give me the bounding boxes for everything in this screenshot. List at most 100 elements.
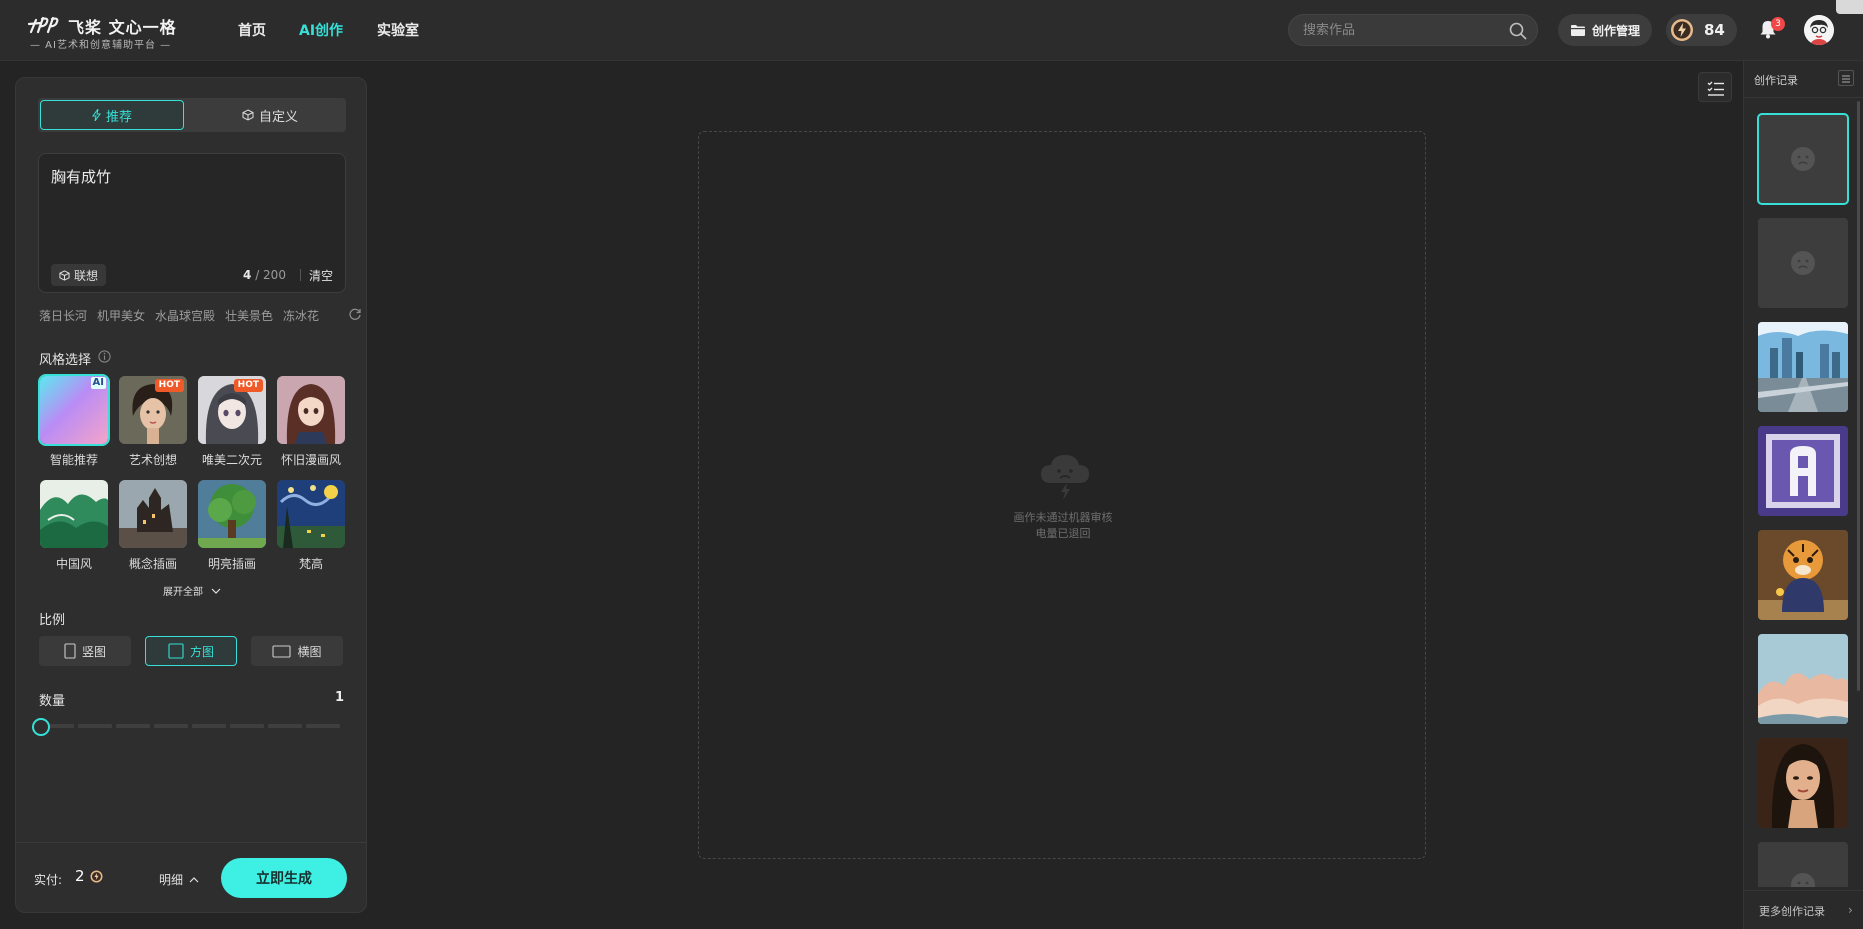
history-item[interactable]: [1758, 842, 1848, 887]
prompt-input[interactable]: 胸有成竹: [51, 166, 331, 236]
style-card-retro-comic[interactable]: 怀旧漫画风: [277, 376, 345, 468]
divider: [300, 269, 301, 281]
char-counter: 4 / 200: [243, 268, 286, 282]
logo[interactable]: 飞桨 文心一格 — AI艺术和创意辅助平台 —: [28, 10, 178, 52]
manage-button[interactable]: 创作管理: [1558, 14, 1653, 46]
style-thumb: [40, 480, 108, 548]
slider-handle[interactable]: [32, 718, 50, 736]
clear-button[interactable]: 清空: [309, 267, 333, 284]
suggestion-item[interactable]: 壮美景色: [225, 307, 273, 324]
tree-thumbnail: [198, 480, 266, 548]
ratio-landscape-button[interactable]: 横图: [251, 636, 343, 666]
detail-button[interactable]: 明细: [159, 871, 199, 888]
nav-home[interactable]: 首页: [238, 20, 266, 40]
history-panel: 创作记录 更多创作记录 ›: [1743, 61, 1863, 929]
points-value: 84: [1704, 21, 1725, 39]
list-icon: [1842, 75, 1850, 83]
nav-lab[interactable]: 实验室: [377, 20, 419, 40]
slider-segment: [192, 724, 226, 728]
history-item[interactable]: [1758, 218, 1848, 308]
hot-badge: HOT: [233, 379, 263, 392]
generate-button[interactable]: 立即生成: [221, 858, 347, 898]
chevron-right-icon[interactable]: ›: [1848, 903, 1853, 917]
history-item[interactable]: [1758, 530, 1848, 620]
associate-button[interactable]: 联想: [51, 264, 107, 286]
slider-segment: [268, 724, 302, 728]
style-name: 智能推荐: [49, 453, 98, 467]
search-box: [1288, 14, 1538, 46]
history-item[interactable]: [1758, 738, 1848, 828]
castle-thumbnail: [119, 480, 187, 548]
history-item[interactable]: [1758, 634, 1848, 724]
avatar[interactable]: [1804, 15, 1834, 45]
suggestion-item[interactable]: 落日长河: [39, 307, 87, 324]
tab-recommend[interactable]: 推荐: [40, 100, 184, 130]
slider-segment: [116, 724, 150, 728]
search-input[interactable]: [1303, 15, 1503, 45]
ratio-label: 方图: [189, 644, 214, 659]
expand-all-button[interactable]: 展开全部: [163, 583, 221, 598]
style-name: 明亮插画: [207, 557, 256, 571]
nav-ai-create[interactable]: AI创作: [299, 20, 343, 40]
ratio-label: 竖图: [81, 644, 106, 659]
style-name: 艺术创想: [128, 453, 177, 467]
create-panel: 推荐 自定义 胸有成竹 联想 4 / 200 清空 落日长河 机甲美女 水晶球宫…: [15, 77, 367, 913]
style-card-chinese[interactable]: 中国风: [40, 480, 108, 572]
style-card-concept[interactable]: 概念插画: [119, 480, 187, 572]
lightning-icon: [92, 109, 101, 121]
quantity-value: 1: [335, 690, 345, 705]
ratio-square-button[interactable]: 方图: [145, 636, 237, 666]
history-title: 创作记录: [1754, 74, 1798, 87]
divider: [16, 842, 366, 843]
ratio-label: 横图: [297, 644, 322, 659]
history-item[interactable]: [1758, 426, 1848, 516]
square-ratio-icon: [168, 643, 184, 659]
corner-tab[interactable]: [1836, 0, 1863, 14]
list-view-button[interactable]: [1698, 72, 1732, 102]
points-badge[interactable]: 84: [1666, 14, 1737, 46]
ratio-portrait-button[interactable]: 竖图: [39, 636, 131, 666]
letter-a-thumbnail: [1758, 426, 1848, 516]
slider-segment: [230, 724, 264, 728]
refresh-icon[interactable]: [348, 307, 362, 321]
quantity-slider[interactable]: [40, 724, 340, 728]
user-avatar-icon: [1804, 15, 1834, 45]
style-card-art[interactable]: HOT 艺术创想: [119, 376, 187, 468]
history-menu-button[interactable]: [1838, 70, 1854, 86]
style-name: 怀旧漫画风: [280, 453, 341, 467]
char-count: 4: [243, 268, 252, 282]
style-card-bright[interactable]: 明亮插画: [198, 480, 266, 572]
logo-subtitle: — AI艺术和创意辅助平台 —: [30, 40, 172, 51]
style-thumb: [277, 376, 345, 444]
style-card-anime[interactable]: HOT 唯美二次元: [198, 376, 266, 468]
manage-label: 创作管理: [1592, 23, 1641, 38]
style-card-vangogh[interactable]: 梵高: [277, 480, 345, 572]
artwork-canvas: 画作未通过机器审核 电量已退回: [698, 131, 1426, 859]
style-name: 梵高: [298, 557, 323, 571]
slider-segment: [78, 724, 112, 728]
message-line: 电量已退回: [1035, 527, 1091, 540]
style-card-smart[interactable]: AI 智能推荐: [38, 374, 110, 468]
chinese-landscape-thumbnail: [40, 480, 108, 548]
checklist-icon: [1707, 81, 1724, 96]
notification-badge: 3: [1771, 17, 1785, 31]
style-thumb: HOT: [198, 376, 266, 444]
history-scrollbar[interactable]: [1857, 101, 1860, 691]
style-name: 唯美二次元: [201, 453, 262, 467]
paddle-logo-icon: [28, 16, 59, 34]
suggestion-item[interactable]: 冻冰花: [283, 307, 319, 324]
tiger-thumbnail: [1758, 530, 1848, 620]
ai-badge: AI: [90, 377, 106, 389]
suggestion-item[interactable]: 机甲美女: [97, 307, 145, 324]
portrait-thumbnail: [1758, 738, 1848, 828]
chevron-down-icon: [211, 588, 221, 594]
sad-face-icon: [1791, 873, 1815, 887]
more-history-link[interactable]: 更多创作记录: [1759, 903, 1825, 919]
suggestion-item[interactable]: 水晶球宫殿: [155, 307, 215, 324]
search-icon[interactable]: [1509, 22, 1527, 40]
slider-segment: [154, 724, 188, 728]
history-item[interactable]: [1757, 113, 1849, 205]
history-item[interactable]: [1758, 322, 1848, 412]
tab-custom[interactable]: 自定义: [198, 100, 342, 130]
info-icon[interactable]: [98, 350, 111, 363]
